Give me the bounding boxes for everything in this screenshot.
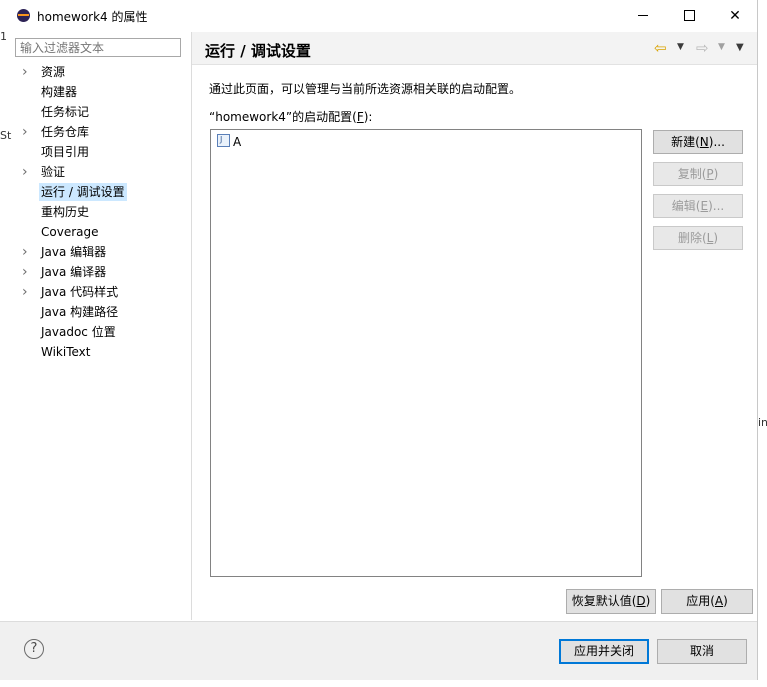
tree-item-label: Coverage bbox=[41, 225, 99, 239]
close-icon: ✕ bbox=[729, 7, 741, 24]
copy-button-text: 复制( bbox=[677, 167, 707, 181]
tree-item[interactable]: 构建器 bbox=[8, 83, 191, 101]
properties-dialog: homework4 的属性 ✕ ›资源构建器任务标记›任务仓库项目引用›验证运行… bbox=[0, 0, 758, 680]
tree-item-label: 重构历史 bbox=[41, 205, 90, 219]
list-item[interactable]: A bbox=[217, 132, 242, 150]
tree-item[interactable]: 任务标记 bbox=[8, 103, 191, 121]
new-button-mnemonic: N bbox=[699, 135, 709, 149]
tree-item-label: Java 编译器 bbox=[41, 265, 107, 279]
eclipse-icon bbox=[17, 9, 30, 22]
config-list-label-suffix: ): bbox=[363, 110, 373, 124]
back-dropdown-icon[interactable]: ▼ bbox=[677, 42, 684, 52]
copy-button-mnemonic: P bbox=[706, 167, 714, 181]
background-fragment: 1 bbox=[0, 30, 7, 43]
tree-item[interactable]: Javadoc 位置 bbox=[8, 323, 191, 341]
title-bar[interactable]: homework4 的属性 ✕ bbox=[0, 0, 757, 31]
chevron-right-icon[interactable]: › bbox=[22, 163, 32, 181]
background-fragment: St bbox=[0, 129, 12, 142]
tree-item[interactable]: 运行 / 调试设置 bbox=[8, 183, 191, 201]
edit-button-end: )... bbox=[708, 199, 725, 213]
apply-button[interactable]: 应用(A) bbox=[661, 589, 753, 614]
page-title: 运行 / 调试设置 bbox=[205, 42, 311, 60]
copy-button[interactable]: 复制(P) bbox=[653, 162, 743, 186]
tree-item-label: Java 编辑器 bbox=[41, 245, 107, 259]
delete-button-text: 删除( bbox=[677, 231, 707, 245]
apply-and-close-button[interactable]: 应用并关闭 bbox=[559, 639, 649, 664]
new-button[interactable]: 新建(N)... bbox=[653, 130, 743, 154]
maximize-button[interactable] bbox=[666, 0, 712, 31]
launch-config-list[interactable]: A bbox=[210, 129, 642, 577]
minimize-button[interactable] bbox=[620, 0, 666, 31]
dialog-button-bar: ? 应用并关闭 取消 bbox=[0, 621, 757, 680]
tree-item-label: 验证 bbox=[41, 165, 66, 179]
edit-button-text: 编辑( bbox=[671, 199, 701, 213]
tree-item[interactable]: 项目引用 bbox=[8, 143, 191, 161]
page-header: 运行 / 调试设置 ⇦ ▼ ⇨ ▼ ▼ bbox=[192, 32, 757, 65]
config-list-label-prefix: “homework4”的启动配置( bbox=[209, 110, 357, 124]
tree-item-label: Java 构建路径 bbox=[41, 305, 119, 319]
page-description: 通过此页面，可以管理与当前所选资源相关联的启动配置。 bbox=[209, 82, 522, 96]
tree-item-label: 任务仓库 bbox=[41, 125, 90, 139]
window-title: homework4 的属性 bbox=[37, 10, 148, 24]
tree-item-label: 项目引用 bbox=[41, 145, 90, 159]
chevron-right-icon[interactable]: › bbox=[22, 283, 32, 301]
tree-item[interactable]: › Java 编辑器 bbox=[8, 243, 191, 261]
chevron-right-icon[interactable]: › bbox=[22, 123, 32, 141]
tree-item[interactable]: › Java 代码样式 bbox=[8, 283, 191, 301]
help-icon[interactable]: ? bbox=[24, 639, 44, 659]
config-list-label: “homework4”的启动配置(F): bbox=[209, 108, 372, 125]
tree-item-label: 任务标记 bbox=[41, 105, 90, 119]
forward-dropdown-icon[interactable]: ▼ bbox=[718, 42, 725, 52]
delete-button[interactable]: 删除(L) bbox=[653, 226, 743, 250]
tree-item[interactable]: Coverage bbox=[8, 223, 191, 241]
tree-item[interactable]: › Java 编译器 bbox=[8, 263, 191, 281]
forward-arrow-icon[interactable]: ⇨ bbox=[696, 39, 709, 57]
tree-item-label: WikiText bbox=[41, 345, 91, 359]
tree-item-label: Javadoc 位置 bbox=[41, 325, 116, 339]
maximize-icon bbox=[683, 10, 695, 21]
delete-button-end: ) bbox=[713, 231, 719, 245]
tree-item[interactable]: › 验证 bbox=[8, 163, 191, 181]
restore-button-text: 恢复默认值( bbox=[571, 594, 637, 608]
tree-item[interactable]: Java 构建路径 bbox=[8, 303, 191, 321]
copy-button-end: ) bbox=[713, 167, 719, 181]
view-menu-icon[interactable]: ▼ bbox=[736, 42, 744, 53]
apply-button-mnemonic: A bbox=[714, 594, 724, 608]
minimize-icon bbox=[638, 15, 648, 16]
tree-item-label: 构建器 bbox=[41, 85, 78, 99]
tree-item-label: Java 代码样式 bbox=[41, 285, 119, 299]
new-button-text: 新建( bbox=[671, 135, 700, 149]
tree-item[interactable]: › 任务仓库 bbox=[8, 123, 191, 141]
tree-item[interactable]: WikiText bbox=[8, 343, 191, 361]
java-app-icon bbox=[217, 132, 230, 148]
restore-button-end: ) bbox=[645, 594, 651, 608]
apply-button-end: ) bbox=[723, 594, 728, 608]
edit-button[interactable]: 编辑(E)... bbox=[653, 194, 743, 218]
chevron-right-icon[interactable]: › bbox=[22, 243, 32, 261]
cancel-button[interactable]: 取消 bbox=[657, 639, 747, 664]
chevron-right-icon[interactable]: › bbox=[22, 263, 32, 281]
close-button[interactable]: ✕ bbox=[712, 0, 758, 31]
apply-button-text: 应用( bbox=[686, 594, 715, 608]
filter-input[interactable] bbox=[15, 38, 181, 57]
tree-item[interactable]: 重构历史 bbox=[8, 203, 191, 221]
new-button-end: )... bbox=[708, 135, 725, 149]
restore-defaults-button[interactable]: 恢复默认值(D) bbox=[566, 589, 656, 614]
config-name: A bbox=[233, 135, 242, 149]
background-fragment: in bbox=[758, 416, 767, 429]
chevron-right-icon[interactable]: › bbox=[22, 63, 32, 81]
tree-item-label: 资源 bbox=[41, 65, 66, 79]
back-arrow-icon[interactable]: ⇦ bbox=[654, 39, 667, 57]
config-list-label-mnemonic: F bbox=[356, 110, 364, 124]
edit-button-mnemonic: E bbox=[700, 199, 709, 213]
tree-item[interactable]: › 资源 bbox=[8, 63, 191, 81]
left-navigation-panel: › 资源构建器任务标记 › 任务仓库项目引用 › 验证运行 / 调试设置重构历史 Cover… bbox=[8, 32, 192, 620]
page-content: 通过此页面，可以管理与当前所选资源相关联的启动配置。 “homework4”的启… bbox=[192, 65, 757, 620]
tree-item-label: 运行 / 调试设置 bbox=[39, 183, 127, 201]
restore-button-mnemonic: D bbox=[636, 594, 646, 608]
